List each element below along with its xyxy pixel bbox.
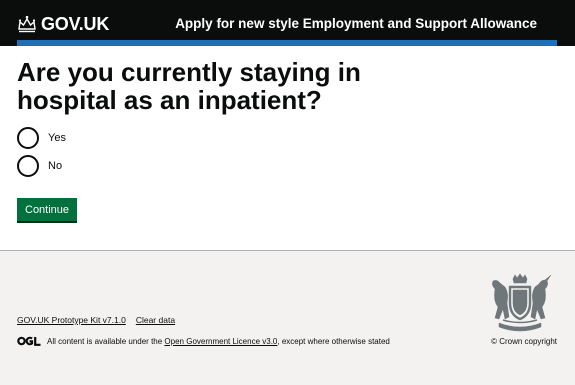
site-footer: GOV.UK Prototype Kit v7.1.0 Clear data A…: [0, 250, 575, 385]
site-header: GOV.UK Apply for new style Employment an…: [0, 0, 575, 46]
radio-button-no[interactable]: [17, 155, 39, 177]
open-government-licence-link[interactable]: Open Government Licence v3.0: [164, 337, 277, 346]
continue-button[interactable]: Continue: [17, 198, 78, 221]
radio-option-yes[interactable]: Yes: [17, 126, 557, 150]
licence-suffix-text: , except where otherwise stated: [277, 336, 390, 346]
footer-links: GOV.UK Prototype Kit v7.1.0 Clear data: [17, 315, 185, 325]
radio-label-no[interactable]: No: [48, 160, 62, 172]
ogl-logo-icon: [17, 336, 41, 346]
licence-prefix-text: All content is available under the: [47, 336, 163, 346]
royal-coat-of-arms-icon: [492, 273, 552, 332]
page-question: Are you currently staying in hospital as…: [17, 57, 361, 115]
govuk-logo-link[interactable]: GOV.UK: [17, 13, 109, 35]
service-name-link[interactable]: Apply for new style Employment and Suppo…: [175, 16, 537, 31]
footer-link-prototype-kit[interactable]: GOV.UK Prototype Kit v7.1.0: [17, 315, 126, 325]
licence-statement: All content is available under the Open …: [17, 336, 390, 346]
main-content: Are you currently staying in hospital as…: [17, 58, 557, 221]
crown-icon: [17, 15, 37, 33]
radio-label-yes[interactable]: Yes: [48, 132, 66, 144]
logo-text: GOV.UK: [41, 13, 110, 34]
crown-copyright-link[interactable]: © Crown copyright: [491, 337, 557, 346]
radio-option-no[interactable]: No: [17, 154, 557, 178]
radio-group: Yes No: [17, 126, 557, 178]
radio-button-yes[interactable]: [17, 127, 39, 149]
header-blue-bar: [17, 40, 557, 46]
footer-link-clear-data[interactable]: Clear data: [136, 315, 175, 325]
